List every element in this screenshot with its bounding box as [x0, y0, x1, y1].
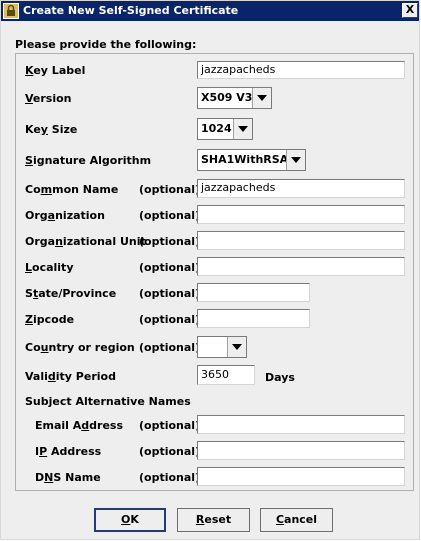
- locality-label: Locality: [25, 261, 74, 274]
- key-size-value: 1024: [201, 122, 232, 135]
- reset-button[interactable]: Reset: [177, 508, 250, 532]
- locality-input[interactable]: [197, 257, 405, 276]
- key-label-input[interactable]: jazzapacheds: [197, 61, 405, 79]
- form-prompt: Please provide the following:: [15, 38, 197, 51]
- version-value: X509 V3: [201, 91, 253, 104]
- state-province-input[interactable]: [197, 283, 310, 302]
- zipcode-optional: (optional): [139, 313, 201, 326]
- zipcode-input[interactable]: [197, 309, 310, 328]
- close-button[interactable]: X: [402, 3, 418, 18]
- state-province-optional: (optional): [139, 287, 201, 300]
- locality-optional: (optional): [139, 261, 201, 274]
- email-address-input[interactable]: [197, 415, 405, 434]
- signature-algorithm-select[interactable]: SHA1WithRSA: [197, 149, 306, 171]
- dialog-window: Create New Self-Signed Certificate X Ple…: [0, 0, 420, 540]
- organizational-unit-optional: (optional): [139, 235, 201, 248]
- dns-name-label: DNS Name: [35, 471, 101, 484]
- ip-address-label: IP Address: [35, 445, 102, 458]
- dns-name-input[interactable]: [197, 467, 405, 486]
- ip-address-optional: (optional): [139, 445, 201, 458]
- email-address-optional: (optional): [139, 419, 201, 432]
- state-province-label: State/Province: [25, 287, 117, 300]
- validity-unit: Days: [265, 371, 295, 384]
- organizational-unit-input[interactable]: [197, 231, 405, 250]
- signature-algorithm-dropdown-arrow-icon[interactable]: [286, 150, 305, 170]
- ok-button[interactable]: OK: [94, 508, 166, 532]
- validity-period-input[interactable]: 3650: [197, 365, 255, 385]
- key-size-dropdown-arrow-icon[interactable]: [233, 119, 252, 139]
- version-dropdown-arrow-icon[interactable]: [252, 88, 271, 108]
- key-size-select[interactable]: 1024: [197, 118, 253, 140]
- validity-period-label: Validity Period: [25, 370, 116, 383]
- dns-name-optional: (optional): [139, 471, 201, 484]
- country-region-optional: (optional): [139, 341, 201, 354]
- title-bar[interactable]: Create New Self-Signed Certificate X: [1, 1, 419, 21]
- common-name-optional: (optional): [139, 183, 201, 196]
- country-region-select[interactable]: [197, 336, 247, 358]
- version-select[interactable]: X509 V3: [197, 87, 272, 109]
- certificate-icon: [3, 3, 19, 19]
- key-label-label: Key Label: [25, 64, 86, 77]
- email-address-label: Email Address: [35, 419, 124, 432]
- country-region-label: Country or region: [25, 341, 135, 354]
- organization-optional: (optional): [139, 209, 201, 222]
- country-region-dropdown-arrow-icon[interactable]: [227, 337, 246, 357]
- signature-algorithm-label: Signature Algorithm: [25, 154, 152, 167]
- common-name-label: Common Name: [25, 183, 119, 196]
- san-heading: Subject Alternative Names: [25, 395, 191, 408]
- window-title: Create New Self-Signed Certificate: [23, 4, 239, 17]
- ip-address-input[interactable]: [197, 441, 405, 460]
- zipcode-label: Zipcode: [25, 313, 75, 326]
- cancel-button[interactable]: Cancel: [260, 508, 333, 532]
- organizational-unit-label: Organizational Unit: [25, 235, 146, 248]
- version-label: Version: [25, 92, 72, 105]
- organization-label: Organization: [25, 209, 105, 222]
- organization-input[interactable]: [197, 205, 405, 224]
- signature-algorithm-value: SHA1WithRSA: [201, 153, 289, 166]
- common-name-input[interactable]: jazzapacheds: [197, 179, 405, 198]
- close-icon: X: [405, 3, 415, 16]
- key-size-label: Key Size: [25, 123, 78, 136]
